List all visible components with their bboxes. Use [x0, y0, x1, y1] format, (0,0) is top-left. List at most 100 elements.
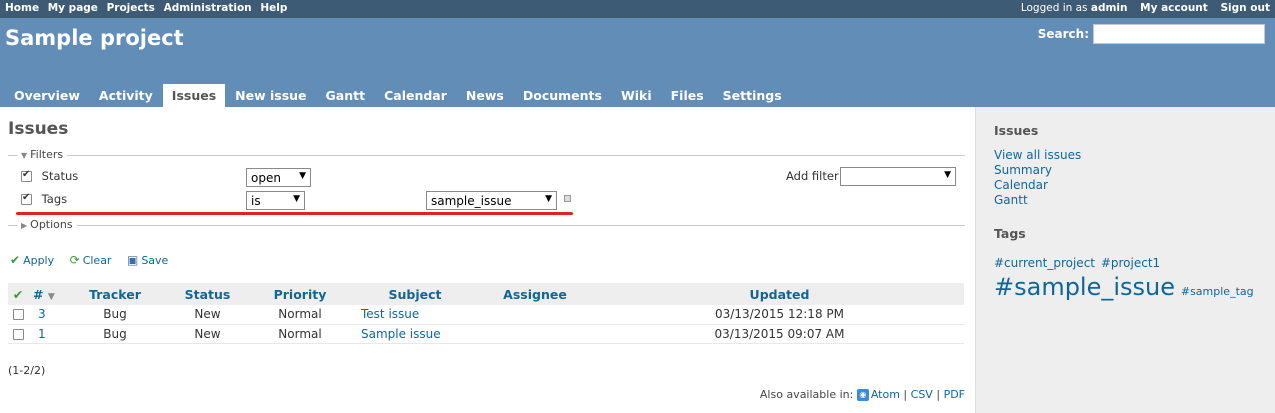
logged-in-as: Logged in as admin: [1021, 2, 1128, 14]
query-actions: ✔ Apply ⟳ Clear ▣ Save: [10, 253, 180, 267]
row-checkbox[interactable]: [12, 309, 24, 321]
sidebar: Issues View all issues Summary Calendar …: [975, 107, 1275, 413]
options-fieldset: ▶ Options: [8, 218, 965, 231]
toggle-multiselect-icon[interactable]: [564, 195, 571, 202]
column-header-tracker[interactable]: Tracker: [60, 283, 170, 305]
filter-status-checkbox[interactable]: [21, 169, 32, 182]
issue-priority: Normal: [278, 326, 322, 341]
issue-subject-link[interactable]: Test issue: [361, 307, 419, 321]
sidebar-link-gantt[interactable]: Gantt: [994, 193, 1257, 208]
top-menu-home[interactable]: Home: [5, 2, 39, 14]
checkmark-icon: ✔: [10, 253, 21, 267]
column-header-id[interactable]: # ▼: [28, 283, 60, 305]
filter-status-label: Status: [41, 169, 79, 183]
search-label: Search:: [1037, 27, 1089, 41]
filter-tags-operator-select[interactable]: is ▼: [246, 191, 305, 210]
tab-calendar[interactable]: Calendar: [375, 84, 456, 107]
pagination-count: (1-2/2): [8, 364, 46, 377]
issue-updated: 03/13/2015 09:07 AM: [714, 326, 845, 341]
tab-gantt[interactable]: Gantt: [317, 84, 375, 107]
save-button[interactable]: ▣ Save: [126, 253, 169, 267]
clear-button[interactable]: ⟳ Clear: [69, 253, 112, 267]
content: Issues ▼Filters Status open▼ Tags is▼ sa…: [0, 107, 975, 413]
top-menu-administration[interactable]: Administration: [164, 2, 252, 14]
export-pdf-link[interactable]: PDF: [944, 388, 965, 401]
filter-row-status: Status: [21, 169, 78, 183]
filter-tags-checkbox[interactable]: [21, 192, 32, 205]
top-menu-my-page[interactable]: My page: [48, 2, 98, 14]
row-checkbox-cell: [8, 324, 28, 343]
logged-user-link[interactable]: admin: [1091, 2, 1128, 14]
export-csv-link[interactable]: CSV: [911, 388, 933, 401]
issue-id-link[interactable]: 1: [38, 327, 46, 341]
sidebar-link-summary[interactable]: Summary: [994, 163, 1257, 178]
floppy-disk-icon: ▣: [126, 253, 139, 267]
tab-wiki[interactable]: Wiki: [612, 84, 661, 107]
top-menu: Home My page Projects Administration Hel…: [0, 0, 1275, 18]
main-menu: Overview Activity Issues New issue Gantt Cale…: [5, 84, 792, 107]
options-legend-label: Options: [30, 218, 73, 231]
tab-documents[interactable]: Documents: [514, 84, 611, 107]
top-menu-projects[interactable]: Projects: [107, 2, 155, 14]
issues-table: ✔ # ▼ Tracker Status Priority Subject As…: [8, 283, 964, 344]
add-filter-select[interactable]: ▼: [840, 167, 956, 186]
save-label: Save: [141, 254, 169, 267]
column-header-subject[interactable]: Subject: [355, 283, 475, 305]
row-checkbox-cell: [8, 305, 28, 324]
dropdown-arrow-icon: ▼: [299, 171, 306, 181]
filter-tags-label: Tags: [41, 192, 68, 206]
table-row[interactable]: 1 Bug New Normal Sample issue 03/13/2015…: [8, 324, 964, 343]
tab-files[interactable]: Files: [662, 84, 713, 107]
sidebar-link-calendar[interactable]: Calendar: [994, 178, 1257, 193]
filter-tags-value: sample_issue: [431, 194, 512, 208]
tab-news[interactable]: News: [457, 84, 513, 107]
issue-subject-link[interactable]: Sample issue: [361, 327, 441, 341]
refresh-icon: ⟳: [69, 253, 80, 267]
filters-legend-label: Filters: [30, 148, 64, 161]
clear-label: Clear: [82, 254, 112, 267]
top-menu-help[interactable]: Help: [260, 2, 287, 14]
sidebar-issues-heading: Issues: [994, 123, 1039, 138]
toggle-all-checkbox[interactable]: ✔: [8, 283, 28, 305]
tag-project1[interactable]: #project1: [1101, 256, 1160, 270]
page-title: Issues: [8, 119, 69, 139]
issue-id-link[interactable]: 3: [38, 307, 46, 321]
sidebar-link-view-all-issues[interactable]: View all issues: [994, 148, 1257, 163]
tag-sample-tag[interactable]: #sample_tag: [1181, 285, 1254, 298]
filter-status-operator-select[interactable]: open ▼: [246, 168, 311, 187]
tag-sample-issue[interactable]: #sample_issue: [994, 273, 1175, 301]
column-header-updated[interactable]: Updated: [595, 283, 964, 305]
filter-tags-value-select[interactable]: sample_issue ▼: [426, 191, 557, 210]
column-header-priority[interactable]: Priority: [245, 283, 355, 305]
highlight-underline: [16, 212, 573, 215]
tab-overview[interactable]: Overview: [5, 84, 89, 107]
sort-desc-icon: ▼: [47, 291, 55, 302]
my-account-link[interactable]: My account: [1140, 2, 1208, 14]
tab-new-issue[interactable]: New issue: [226, 84, 315, 107]
export-separator: |: [903, 388, 908, 401]
filters-legend[interactable]: ▼ Filters: [18, 148, 68, 161]
export-separator: |: [936, 388, 941, 401]
apply-label: Apply: [23, 254, 55, 267]
table-row[interactable]: 3 Bug New Normal Test issue 03/13/2015 1…: [8, 305, 964, 324]
export-atom-link[interactable]: Atom: [871, 388, 900, 401]
apply-button[interactable]: ✔ Apply: [10, 253, 55, 267]
issue-subject-cell: Test issue: [355, 305, 475, 324]
sidebar-links: View all issues Summary Calendar Gantt: [994, 148, 1257, 208]
issue-assignee: [475, 305, 595, 324]
tag-current-project[interactable]: #current_project: [994, 256, 1095, 270]
search-input[interactable]: [1093, 24, 1265, 44]
tab-settings[interactable]: Settings: [714, 84, 791, 107]
sign-out-link[interactable]: Sign out: [1220, 2, 1270, 14]
column-header-assignee[interactable]: Assignee: [475, 283, 595, 305]
issue-updated: 03/13/2015 12:18 PM: [715, 307, 844, 322]
feed-icon: ◉: [856, 389, 869, 401]
row-checkbox[interactable]: [12, 328, 24, 340]
tab-activity[interactable]: Activity: [90, 84, 162, 107]
column-header-status[interactable]: Status: [170, 283, 245, 305]
table-header-row: ✔ # ▼ Tracker Status Priority Subject As…: [8, 283, 964, 305]
issue-tracker: Bug: [103, 307, 127, 322]
tab-issues[interactable]: Issues: [162, 84, 226, 107]
sidebar-tags-heading: Tags: [994, 226, 1026, 241]
options-legend[interactable]: ▶ Options: [18, 218, 77, 231]
